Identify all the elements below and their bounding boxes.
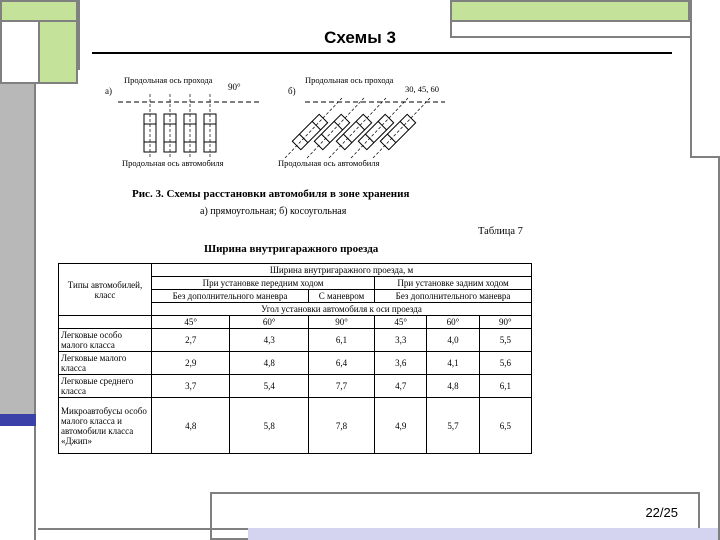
row-header: Типы автомобилей, класс [58,263,152,316]
data-table: Типы автомобилей, класс Ширина внутригар… [58,263,533,454]
table-title: Ширина внутригаражного проезда [204,243,379,255]
scheme-b-axis-car: Продольная ось автомобиля [278,158,380,168]
value-cell: 5,4 [229,374,309,398]
frame-left-gray [0,84,36,414]
frame-right-line [690,156,720,158]
table-row: Легковые особо малого класса 2,7 4,3 6,1… [58,328,533,352]
frame-top-right-green [450,0,690,22]
table-label: Таблица 7 [478,226,523,237]
value-cell: 6,4 [307,351,376,375]
value-cell: 5,7 [426,397,480,454]
figure-subcaption: а) прямоугольная; б) косоугольная [200,206,347,217]
angle-cell: 90° [478,315,533,329]
value-cell: 4,7 [374,374,428,398]
scheme-a-car-axes [149,94,211,158]
figure-caption: Рис. 3. Схемы расстановки автомобиля в з… [132,188,410,200]
angle-corner-cell [58,315,152,329]
row-type: Легковые особо малого класса [58,328,152,352]
page-number: 22/25 [645,505,678,520]
angle-cell: 45° [374,315,428,329]
value-cell: 4,8 [426,374,480,398]
value-cell: 3,7 [150,374,231,398]
angle-cell: 60° [229,315,309,329]
scheme-a-axis-passage: Продольная ось прохода [124,75,213,85]
value-cell: 6,5 [478,397,533,454]
scheme-a-axis-passage-text: Продольная ось прохода [124,75,213,85]
table-row: Легковые среднего класса 3,7 5,4 7,7 4,7… [58,374,533,398]
value-cell: 4,9 [374,397,428,454]
table-row: Микроавтобусы особо малого класса и авто… [58,397,533,454]
value-cell: 2,9 [150,351,231,375]
header-with-maneuver: С маневром [307,289,376,303]
frame-left-blue [0,414,36,426]
scheme-a-angle: 90° [228,82,241,92]
scheme-b-label: б) [288,86,296,96]
scheme-b-angles: 30, 45, 60 [405,84,439,94]
header-no-maneuver-rear: Без дополнительного маневра [374,289,532,303]
frame-top-left-green [0,0,78,22]
frame-right-block [690,0,720,156]
value-cell: 5,6 [478,351,533,375]
value-cell: 7,8 [307,397,376,454]
scheme-a-axis-car: Продольная ось автомобиля [122,158,224,168]
scheme-b-axis-passage: Продольная ось прохода [305,75,394,85]
header-main: Ширина внутригаражного проезда, м [151,263,532,277]
angle-cell: 60° [426,315,480,329]
value-cell: 5,5 [478,328,533,352]
parking-scheme-figure: а) Продольная ось прохода 90° Продольная… [105,75,445,168]
frame-left-lower [0,426,36,540]
value-cell: 3,6 [374,351,428,375]
value-cell: 4,8 [229,351,309,375]
value-cell: 6,1 [478,374,533,398]
row-type: Легковые малого класса [58,351,152,375]
value-cell: 2,7 [150,328,231,352]
frame-bottom-lavender [248,528,718,540]
row-type: Микроавтобусы особо малого класса и авто… [58,397,152,454]
angle-cell: 45° [150,315,231,329]
scheme-a-label: а) [105,86,112,96]
header-angle: Угол установки автомобиля к оси проезда [151,302,532,316]
value-cell: 4,3 [229,328,309,352]
value-cell: 4,0 [426,328,480,352]
title-underline [92,52,672,54]
scheme-a-cars [143,113,217,153]
value-cell: 4,8 [150,397,231,454]
slide-title: Схемы 3 [324,28,396,47]
table-angle-row: 45° 60° 90° 45° 60° 90° [58,315,533,329]
value-cell: 7,7 [307,374,376,398]
scheme-b-car-axes [284,97,431,159]
value-cell: 6,1 [307,328,376,352]
header-front-group: При установке передним ходом [150,276,376,290]
row-type: Легковые среднего класса [58,374,152,398]
table-row: Легковые малого класса 2,9 4,8 6,4 3,6 4… [58,351,533,375]
table-header-row: Типы автомобилей, класс Ширина внутригар… [58,263,532,316]
value-cell: 5,8 [229,397,309,454]
frame-bottom-line [38,528,248,530]
header-rear-group: При установке задним ходом [374,276,532,290]
header-no-maneuver-front: Без дополнительного маневра [151,289,309,303]
value-cell: 3,3 [374,328,428,352]
angle-cell: 90° [307,315,376,329]
value-cell: 4,1 [426,351,480,375]
